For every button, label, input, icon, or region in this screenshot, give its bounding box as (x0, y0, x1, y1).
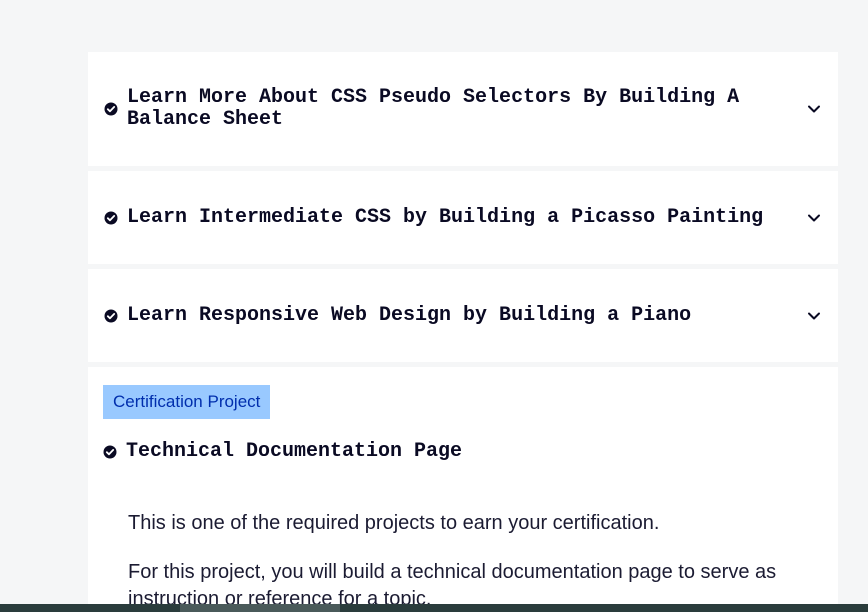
check-circle-icon (103, 445, 117, 459)
chevron-down-icon (806, 101, 822, 117)
certification-title-row[interactable]: Technical Documentation Page (103, 440, 823, 464)
block-css-picasso-painting: Learn Intermediate CSS by Building a Pic… (88, 171, 838, 264)
bottom-scrollbar[interactable] (0, 604, 868, 612)
chevron-down-icon (806, 308, 822, 324)
certification-description: This is one of the required projects to … (103, 510, 823, 612)
certification-project-block: Certification Project Technical Document… (88, 367, 838, 612)
check-circle-icon (104, 309, 118, 323)
block-header-toggle[interactable]: Learn Intermediate CSS by Building a Pic… (88, 171, 838, 264)
block-title: Learn Responsive Web Design by Building … (127, 303, 692, 327)
block-responsive-piano: Learn Responsive Web Design by Building … (88, 269, 838, 362)
block-header-toggle[interactable]: Learn More About CSS Pseudo Selectors By… (88, 52, 838, 166)
chevron-down-icon (806, 210, 822, 226)
block-title: Learn More About CSS Pseudo Selectors By… (127, 86, 740, 131)
check-circle-icon (104, 211, 118, 225)
certification-title[interactable]: Technical Documentation Page (126, 440, 462, 464)
curriculum-column: Learn More About CSS Pseudo Selectors By… (88, 52, 838, 612)
block-header-toggle[interactable]: Learn Responsive Web Design by Building … (88, 269, 838, 362)
scrollbar-thumb[interactable] (180, 604, 340, 612)
block-css-pseudo-selectors: Learn More About CSS Pseudo Selectors By… (88, 52, 838, 166)
certification-badge: Certification Project (103, 385, 271, 419)
check-circle-icon (104, 102, 118, 116)
block-title: Learn Intermediate CSS by Building a Pic… (127, 205, 764, 229)
description-paragraph: This is one of the required projects to … (128, 512, 660, 534)
